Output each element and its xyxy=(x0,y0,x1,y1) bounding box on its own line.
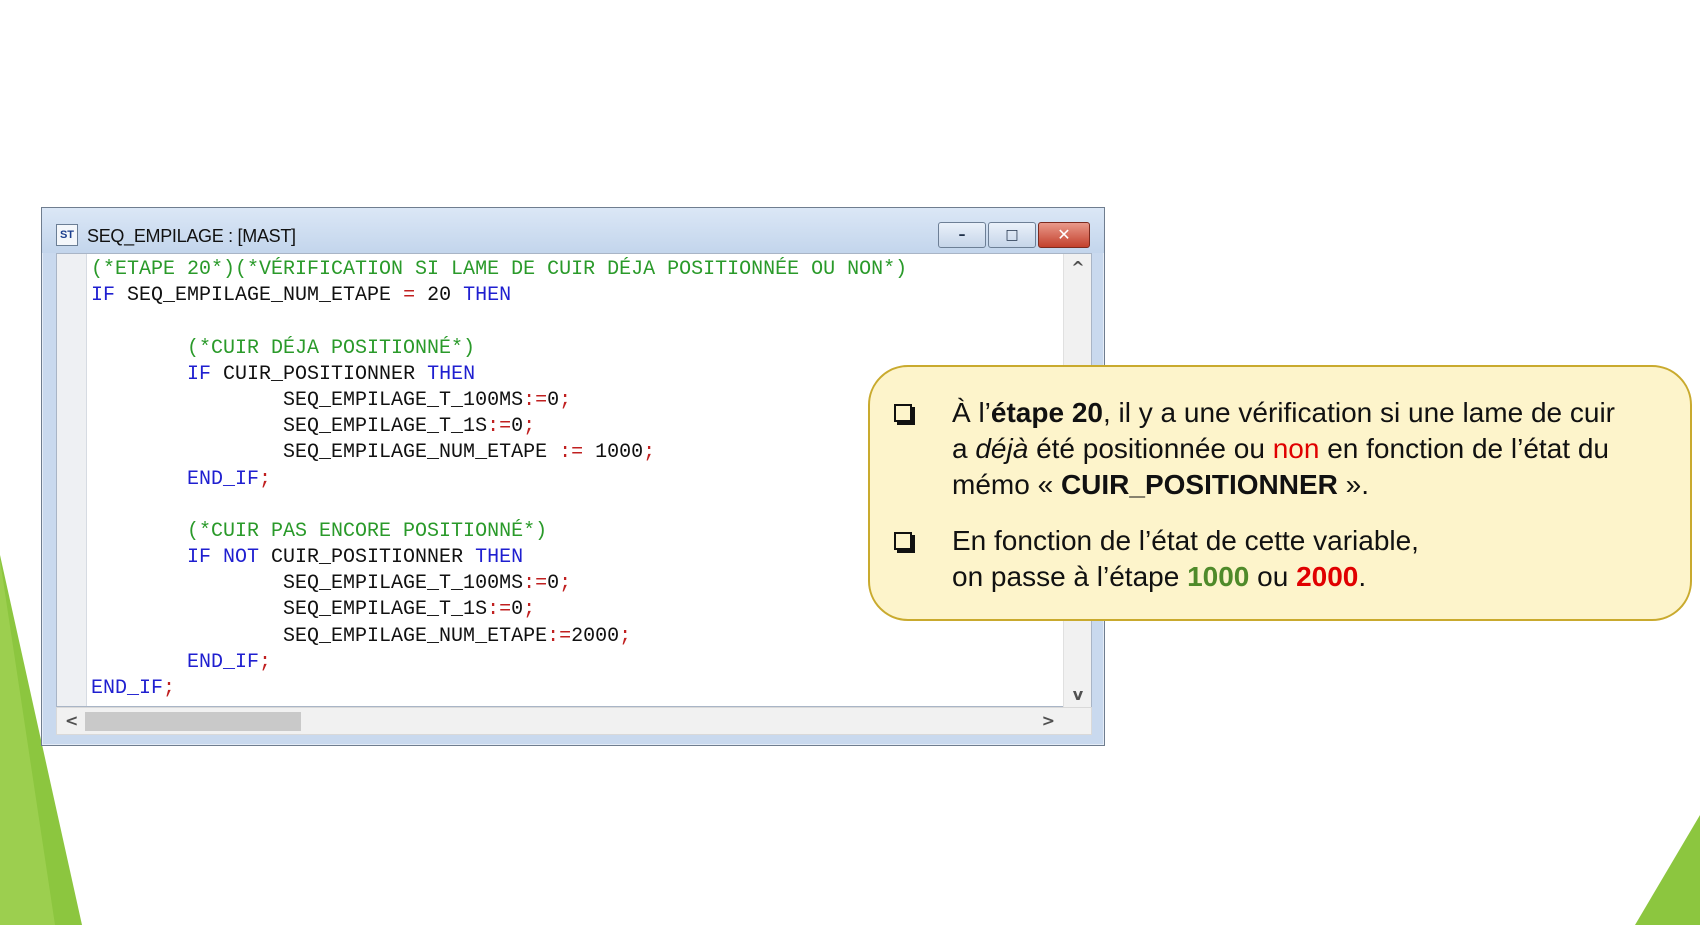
code-token: IF xyxy=(91,284,116,308)
code-line: (*ETAPE 20*)(*VÉRIFICATION SI LAME DE CU… xyxy=(91,257,1061,283)
code-token: SEQ_EMPILAGE_T_1S xyxy=(91,415,488,439)
maximize-icon: □ xyxy=(1005,227,1019,243)
code-token: 0 xyxy=(511,415,524,439)
code-token: := xyxy=(487,415,512,439)
window-title: SEQ_EMPILAGE : [MAST] xyxy=(87,226,296,246)
bullet-2-line-2: on passe à l’étape 1000 ou 2000. xyxy=(952,561,1367,592)
code-token: CUIR_POSITIONNER xyxy=(211,362,428,386)
code-token: IF NOT xyxy=(187,546,260,570)
code-token: ; xyxy=(619,624,632,648)
horizontal-scroll-thumb[interactable] xyxy=(85,712,301,731)
checkbox-bullet-icon xyxy=(894,404,912,422)
bullet-1-line-2: a déjà été positionnée ou non en fonctio… xyxy=(952,433,1609,464)
maximize-button[interactable]: □ xyxy=(988,222,1036,248)
code-token: THEN xyxy=(427,362,476,386)
code-token: IF xyxy=(187,362,212,386)
st-program-icon: ST xyxy=(56,224,78,246)
code-line: IF SEQ_EMPILAGE_NUM_ETAPE = 20 THEN xyxy=(91,283,1061,309)
code-token: END_IF xyxy=(91,677,164,700)
code-token: 20 xyxy=(415,284,464,308)
explanation-callout: À l’étape 20, il y a une vérification si… xyxy=(868,365,1692,621)
code-token: ; xyxy=(559,572,572,596)
code-token: := xyxy=(487,598,512,622)
code-token: SEQ_EMPILAGE_T_100MS xyxy=(91,388,524,412)
code-token: 2000 xyxy=(571,624,620,648)
code-token: ; xyxy=(163,677,176,700)
code-token: 0 xyxy=(511,598,524,622)
code-token: := xyxy=(523,572,548,596)
code-token: SEQ_EMPILAGE_NUM_ETAPE xyxy=(91,441,560,465)
bullet-1-line-1: À l’étape 20, il y a une vérification si… xyxy=(952,397,1616,428)
horizontal-scrollbar[interactable]: < > xyxy=(56,707,1092,735)
code-line: SEQ_EMPILAGE_NUM_ETAPE:=2000; xyxy=(91,624,1061,650)
checkbox-bullet-icon xyxy=(894,532,912,550)
code-token: ; xyxy=(523,598,536,622)
code-token: := xyxy=(547,624,572,648)
code-token: SEQ_EMPILAGE_NUM_ETAPE xyxy=(91,624,548,648)
code-token: THEN xyxy=(475,546,524,570)
scroll-left-icon[interactable]: < xyxy=(65,711,78,730)
code-token: := xyxy=(523,388,548,412)
code-token: ; xyxy=(559,388,572,412)
code-token: (*CUIR DÉJA POSITIONNÉ*) xyxy=(187,336,476,360)
code-token: = xyxy=(403,284,416,308)
code-line: END_IF; xyxy=(91,676,1061,702)
code-token: ; xyxy=(643,441,656,465)
code-token: END_IF xyxy=(187,467,260,491)
code-token: (*CUIR PAS ENCORE POSITIONNÉ*) xyxy=(187,519,548,543)
code-token: 0 xyxy=(547,388,560,412)
code-token: END_IF xyxy=(187,650,260,674)
code-line: END_IF; xyxy=(91,650,1061,676)
minimize-icon: – xyxy=(958,227,966,243)
code-line: (*CUIR DÉJA POSITIONNÉ*) xyxy=(91,336,1061,362)
scroll-down-icon[interactable]: v xyxy=(1064,685,1092,704)
close-icon: ✕ xyxy=(1057,225,1071,244)
code-token: THEN xyxy=(463,284,512,308)
code-token: ; xyxy=(523,415,536,439)
code-token: SEQ_EMPILAGE_T_100MS xyxy=(91,572,524,596)
code-token: 1000 xyxy=(583,441,644,465)
code-token: SEQ_EMPILAGE_T_1S xyxy=(91,598,488,622)
code-token: SEQ_EMPILAGE_NUM_ETAPE xyxy=(115,284,404,308)
code-token: ; xyxy=(259,650,272,674)
editor-gutter xyxy=(57,254,87,706)
code-token: (*ETAPE 20*)(*VÉRIFICATION SI LAME DE CU… xyxy=(91,258,908,281)
minimize-button[interactable]: – xyxy=(938,222,986,248)
code-token: 0 xyxy=(547,572,560,596)
scroll-up-icon[interactable]: ^ xyxy=(1064,258,1092,277)
bullet-1-line-3: mémo « CUIR_POSITIONNER ». xyxy=(952,469,1370,500)
code-token: := xyxy=(559,441,584,465)
title-bar[interactable]: ST SEQ_EMPILAGE : [MAST] – □ ✕ xyxy=(42,208,1104,253)
bullet-2-line-1: En fonction de l’état de cette variable, xyxy=(952,525,1419,556)
scroll-right-icon[interactable]: > xyxy=(1042,711,1055,730)
code-token: CUIR_POSITIONNER xyxy=(259,546,476,570)
close-button[interactable]: ✕ xyxy=(1038,222,1090,248)
code-token: ; xyxy=(259,467,272,491)
